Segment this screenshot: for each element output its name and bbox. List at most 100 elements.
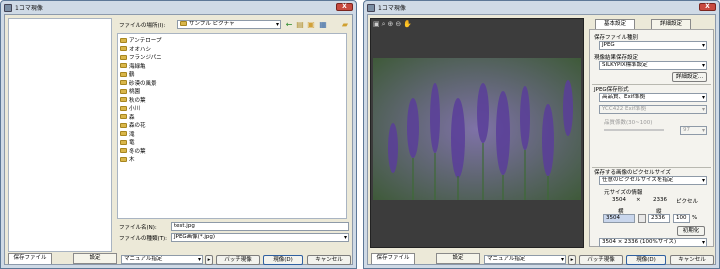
detail-settings-button[interactable]: 詳細設定... xyxy=(672,72,707,82)
folder-item[interactable]: 森の花 xyxy=(120,121,344,130)
quality-slider[interactable] xyxy=(604,129,664,131)
batch-button[interactable]: バッチ現像 xyxy=(216,255,260,265)
folder-item[interactable]: 滝 xyxy=(120,130,344,139)
size-label: 保存する画像のピクセルサイズ xyxy=(594,170,671,176)
quality-spinner[interactable]: 97 xyxy=(680,126,707,135)
tab-settings[interactable]: 設定 xyxy=(73,253,117,264)
folder-item[interactable]: 秋の葉 xyxy=(120,96,344,105)
location-dropdown[interactable]: サンプル ピクチャ xyxy=(177,20,281,29)
folder-open-icon[interactable]: ▰ xyxy=(341,21,349,29)
hand-icon[interactable]: ✋ xyxy=(403,20,412,29)
folder-icon xyxy=(120,71,127,77)
initialize-button[interactable]: 初期化 xyxy=(677,226,705,236)
develop-button[interactable]: 現像(D) xyxy=(263,255,303,265)
folder-item[interactable]: 小川 xyxy=(120,104,344,113)
folder-name: 滝 xyxy=(129,131,135,138)
zoom-in-icon[interactable]: ⊕ xyxy=(388,20,394,29)
right-title: 1コマ現像 xyxy=(378,5,406,12)
left-client-area: ファイルの場所(I): サンプル ピクチャ ← ▤ ▣ ▦ ▰ アンテロープオオ… xyxy=(4,14,353,265)
folder-name: 木 xyxy=(129,157,135,164)
folder-icon xyxy=(120,88,127,94)
settings-panel: 保存ファイル種別 JPEG 現像結果保存設定 SILKYPIX標準設定 詳細設定… xyxy=(589,29,714,247)
filetype-dropdown[interactable]: JPEG画像(*.jpg) xyxy=(171,233,349,242)
width-input[interactable]: 3504 xyxy=(603,214,635,223)
up-folder-icon[interactable]: ▤ xyxy=(296,21,304,29)
folder-name: 冬の葉 xyxy=(129,148,146,155)
size-mode-dropdown[interactable]: 任意のピクセルサイズを指定 xyxy=(599,176,707,185)
preview-toolbar: ▣ ⌕ ⊕ ⊖ ✋ xyxy=(373,20,412,29)
folder-item[interactable]: 竜 xyxy=(120,138,344,147)
folder-item[interactable]: 砂漠の風景 xyxy=(120,79,344,88)
folder-name: アンテロープ xyxy=(129,38,162,45)
orig-size-label: 元サイズの情報 xyxy=(604,190,643,196)
batch-button[interactable]: バッチ現像 xyxy=(579,255,623,265)
aspect-lock-icon[interactable] xyxy=(638,214,646,223)
places-pane xyxy=(8,18,112,252)
folder-item[interactable]: 鶴 xyxy=(120,70,344,79)
folder-icon xyxy=(180,21,187,26)
folder-icon xyxy=(120,54,127,60)
quality-value: 97 xyxy=(683,127,690,133)
preview-pane: ▣ ⌕ ⊕ ⊖ ✋ xyxy=(370,18,584,248)
tab-settings[interactable]: 設定 xyxy=(436,253,480,264)
right-dialog-window: 1コマ現像 X ▣ ⌕ ⊕ ⊖ ✋ 基本設定 詳細設定 保存ファイル種別 JPE… xyxy=(363,0,720,269)
result-dropdown[interactable]: SILKYPIX標準設定 xyxy=(599,61,707,70)
new-folder-icon[interactable]: ▣ xyxy=(307,21,315,29)
preset-menu-button[interactable]: ▸ xyxy=(568,255,576,265)
preset-dropdown[interactable]: マニュアル指定 xyxy=(121,255,203,264)
close-button[interactable]: X xyxy=(336,3,353,11)
cancel-button[interactable]: キャンセル xyxy=(307,255,351,265)
folder-item[interactable]: 冬の葉 xyxy=(120,147,344,156)
orig-height: 2336 xyxy=(653,197,667,203)
folder-name: 竜 xyxy=(129,140,135,147)
folder-item[interactable]: 桃園 xyxy=(120,87,344,96)
file-list[interactable]: アンテロープ オオハシ フランジパニ 海緑亀鶴砂漠の風景 桃園 秋の葉 小川森森の花滝竜冬の… xyxy=(117,33,347,219)
percent-input[interactable]: 100 xyxy=(673,214,690,223)
location-label: ファイルの場所(I): xyxy=(119,23,166,29)
tab-save-file[interactable]: 保存ファイル xyxy=(8,253,52,264)
folder-icon xyxy=(120,156,127,162)
zoom-out-icon[interactable]: ⊖ xyxy=(395,20,401,29)
folder-name: 秋の葉 xyxy=(129,97,146,104)
folder-item[interactable]: フランジパニ xyxy=(120,53,344,62)
cancel-button[interactable]: キャンセル xyxy=(670,255,714,265)
back-arrow-icon[interactable]: ← xyxy=(285,21,293,29)
left-title: 1コマ現像 xyxy=(15,5,43,12)
develop-button[interactable]: 現像(D) xyxy=(626,255,666,265)
app-icon xyxy=(4,3,12,12)
result-label: 現像結果保存設定 xyxy=(594,55,639,61)
folder-icon xyxy=(120,148,127,154)
fit-icon[interactable]: ▣ xyxy=(373,20,380,29)
folder-icon xyxy=(120,63,127,69)
quality-label: 品質係数(30~100) xyxy=(604,120,653,126)
close-button[interactable]: X xyxy=(699,3,716,11)
tab-save-file[interactable]: 保存ファイル xyxy=(371,253,415,264)
folder-icon xyxy=(120,105,127,111)
filetype-value: JPEG画像(*.jpg) xyxy=(174,234,215,240)
jpeg-quality-value: 高品質、Exif準拠 xyxy=(602,94,646,100)
view-menu-icon[interactable]: ▦ xyxy=(319,21,327,29)
jpeg-label: JPEG保存形式 xyxy=(594,87,629,93)
folder-item[interactable]: 海緑亀 xyxy=(120,62,344,71)
folder-item[interactable]: オオハシ xyxy=(120,45,344,54)
folder-item[interactable]: アンテロープ xyxy=(120,36,344,45)
jpeg-color-dropdown[interactable]: YCC422 Exif準拠 xyxy=(599,105,707,114)
preset-dropdown[interactable]: マニュアル指定 xyxy=(484,255,566,264)
preset-menu-button[interactable]: ▸ xyxy=(205,255,213,265)
folder-icon xyxy=(120,46,127,52)
filename-input[interactable]: test.jpg xyxy=(171,222,349,231)
folder-name: 桃園 xyxy=(129,89,141,96)
jpeg-quality-dropdown[interactable]: 高品質、Exif準拠 xyxy=(599,93,707,102)
filetype-dropdown[interactable]: JPEG xyxy=(599,41,707,50)
folder-item[interactable]: 森 xyxy=(120,113,344,122)
folder-item[interactable]: 木 xyxy=(120,155,344,164)
folder-icon xyxy=(120,37,127,43)
right-client-area: ▣ ⌕ ⊕ ⊖ ✋ 基本設定 詳細設定 保存ファイル種別 JPEG ▾ 現像結果… xyxy=(367,14,716,265)
size-preset-dropdown[interactable]: 3504 × 2336 (100%サイズ) xyxy=(599,238,707,247)
size-mode-value: 任意のピクセルサイズを指定 xyxy=(602,177,674,183)
height-input[interactable]: 2336 xyxy=(648,214,670,223)
folder-icon xyxy=(120,97,127,103)
zoom-icon[interactable]: ⌕ xyxy=(382,20,386,29)
folder-icon xyxy=(120,131,127,137)
preview-photo xyxy=(373,58,581,200)
